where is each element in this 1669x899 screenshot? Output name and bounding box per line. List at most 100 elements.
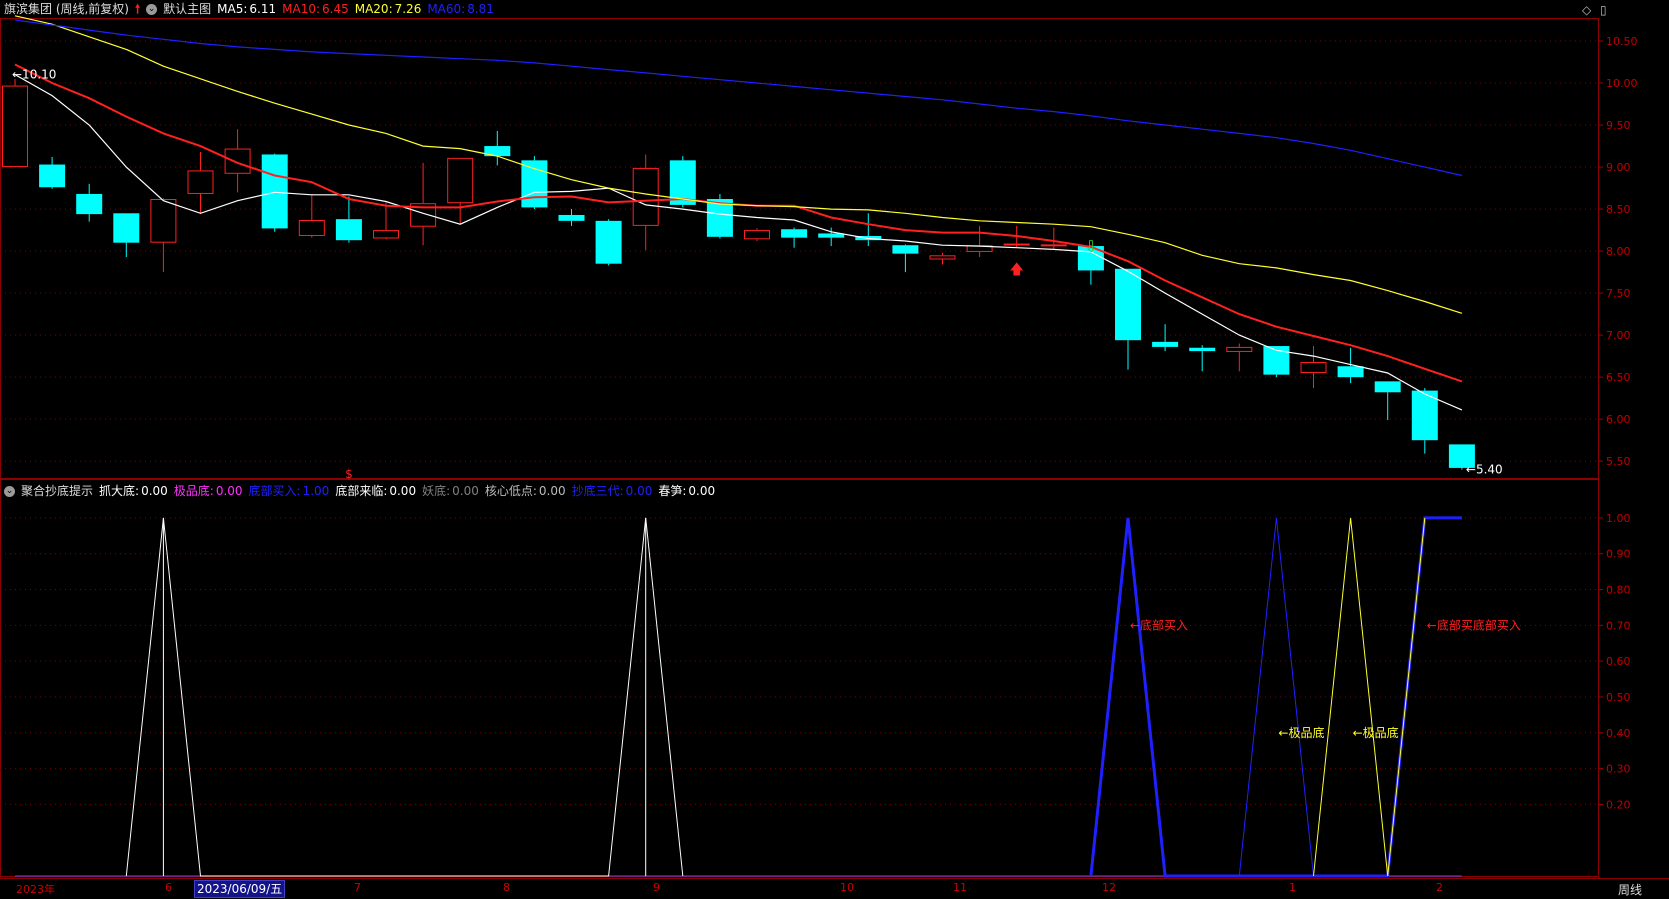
y-tick-label: 0.60 xyxy=(1606,655,1631,668)
ma10-readout: MA10: 6.45 xyxy=(282,2,349,16)
theme-selector[interactable]: 默认主图 xyxy=(163,0,211,18)
x-axis-label: 7 xyxy=(354,881,361,894)
price-annotation: ←5.40 xyxy=(1466,463,1503,477)
y-tick-label: 10.50 xyxy=(1606,35,1638,48)
candle xyxy=(892,245,919,254)
ma20-readout: MA20: 7.26 xyxy=(354,2,422,16)
indicator-title[interactable]: 聚合抄底提示 xyxy=(21,482,93,500)
indicator-annotation: ←极品底 xyxy=(1278,725,1324,740)
candle xyxy=(261,154,288,229)
y-tick-label: 0.70 xyxy=(1606,619,1631,632)
y-tick-label: 8.50 xyxy=(1606,203,1631,216)
x-axis-label: 1 xyxy=(1289,881,1296,894)
x-axis-label: 8 xyxy=(503,881,510,894)
x-axis-label: 2 xyxy=(1436,881,1443,894)
ma-line-ma5 xyxy=(14,74,1463,411)
candle xyxy=(335,219,362,241)
candle xyxy=(929,255,956,260)
chevron-down-icon[interactable]: ⌄ xyxy=(146,3,158,15)
candle xyxy=(1115,268,1141,341)
indicator-readout: 底部买入: 1.00 xyxy=(248,484,330,498)
indicator-readout: 春笋: 0.00 xyxy=(658,484,716,498)
y-tick-label: 5.50 xyxy=(1606,455,1631,468)
x-axis-label: 10 xyxy=(840,881,854,894)
candle xyxy=(1226,346,1253,352)
y-tick-label: 10.00 xyxy=(1606,77,1638,90)
candle xyxy=(39,164,66,188)
ma5-readout: MA5: 6.11 xyxy=(217,2,277,16)
period-label[interactable]: 周线 xyxy=(1618,881,1642,898)
candle xyxy=(1003,243,1030,246)
y-tick-label: 9.00 xyxy=(1606,161,1631,174)
candle xyxy=(1337,366,1364,378)
candle xyxy=(1040,244,1067,247)
diamond-icon[interactable]: ◇ xyxy=(1582,3,1591,17)
down-arrow-icon: ⇩ xyxy=(1084,237,1097,256)
candle xyxy=(298,220,325,236)
price-annotation: ←10.10 xyxy=(12,68,56,82)
indicator-line xyxy=(1387,517,1426,877)
main-panel-frame xyxy=(0,18,1599,479)
y-tick-label: 0.50 xyxy=(1606,691,1631,704)
y-tick-label: 7.00 xyxy=(1606,329,1631,342)
ma60-readout: MA60: 8.81 xyxy=(427,2,494,16)
indicator-readout: 极品底: 0.00 xyxy=(173,484,243,498)
indicator-header: ⌄ 聚合抄底提示 抓大底: 0.00 极品底: 0.00 底部买入: 1.00 底部来… xyxy=(0,482,715,500)
dollar-marker: $ xyxy=(345,467,353,481)
x-axis-label: 11 xyxy=(953,881,967,894)
candle xyxy=(1152,341,1179,347)
x-axis-label: 6 xyxy=(165,881,172,894)
candle xyxy=(744,230,770,240)
candle xyxy=(187,170,214,194)
indicator-readout: 抓大底: 0.00 xyxy=(99,484,168,498)
candle xyxy=(1189,347,1216,352)
y-tick-label: 0.40 xyxy=(1606,727,1631,740)
y-tick-label: 8.00 xyxy=(1606,245,1631,258)
indicator-annotation: ←底部买入 xyxy=(1130,617,1188,632)
indicator-readout: 底部来临: 0.00 xyxy=(335,484,417,498)
indicator-line xyxy=(125,517,684,877)
candle xyxy=(2,85,28,168)
up-arrow-icon: 🡅 xyxy=(1009,262,1023,278)
candle xyxy=(595,220,622,264)
x-axis-label: 12 xyxy=(1102,881,1116,894)
y-tick-label: 9.50 xyxy=(1606,119,1631,132)
stock-title[interactable]: 旗滨集团 (周线,前复权) xyxy=(4,0,129,18)
y-tick-label: 7.50 xyxy=(1606,287,1631,300)
candle xyxy=(373,230,399,239)
cursor-date-label: 2023/06/09/五 xyxy=(194,880,286,898)
candle xyxy=(1374,381,1401,393)
candle xyxy=(76,193,103,215)
chart-canvas[interactable]: 10.5010.009.509.008.508.007.507.006.506.… xyxy=(0,0,1669,899)
ma-line-ma10 xyxy=(14,63,1463,383)
indicator-readout: 抄底三代: 0.00 xyxy=(571,484,653,498)
y-tick-label: 0.20 xyxy=(1606,798,1631,811)
x-axis-label: 9 xyxy=(653,881,660,894)
candle xyxy=(818,233,845,238)
candle xyxy=(521,160,548,208)
indicator-panel-frame xyxy=(0,479,1599,877)
y-tick-label: 1.00 xyxy=(1606,512,1631,525)
menu-icon[interactable]: ▯ xyxy=(1600,3,1607,17)
candle xyxy=(447,157,474,204)
candle xyxy=(1300,362,1327,373)
y-tick-label: 6.00 xyxy=(1606,413,1631,426)
up-arrow-icon: 🠕 xyxy=(135,2,141,16)
chevron-down-icon[interactable]: ⌄ xyxy=(4,485,15,497)
indicator-annotation: ←底部买底部买入 xyxy=(1427,617,1521,632)
candle xyxy=(632,167,659,226)
indicator-annotation: ←极品底 xyxy=(1353,725,1399,740)
y-tick-label: 6.50 xyxy=(1606,371,1631,384)
main-chart-header: 旗滨集团 (周线,前复权) 🠕 ⌄ 默认主图 MA5: 6.11 MA10: 6.4… xyxy=(0,0,494,18)
indicator-readout: 核心低点: 0.00 xyxy=(484,484,566,498)
candle xyxy=(150,198,177,243)
y-tick-label: 0.80 xyxy=(1606,584,1631,597)
candle xyxy=(781,229,808,238)
y-tick-label: 0.90 xyxy=(1606,548,1631,561)
y-tick-label: 0.30 xyxy=(1606,763,1631,776)
indicator-readout: 妖底: 0.00 xyxy=(422,484,479,498)
x-axis-label: 2023年 xyxy=(16,883,55,896)
candle xyxy=(224,148,251,174)
candle xyxy=(113,213,140,243)
candle xyxy=(558,214,585,221)
